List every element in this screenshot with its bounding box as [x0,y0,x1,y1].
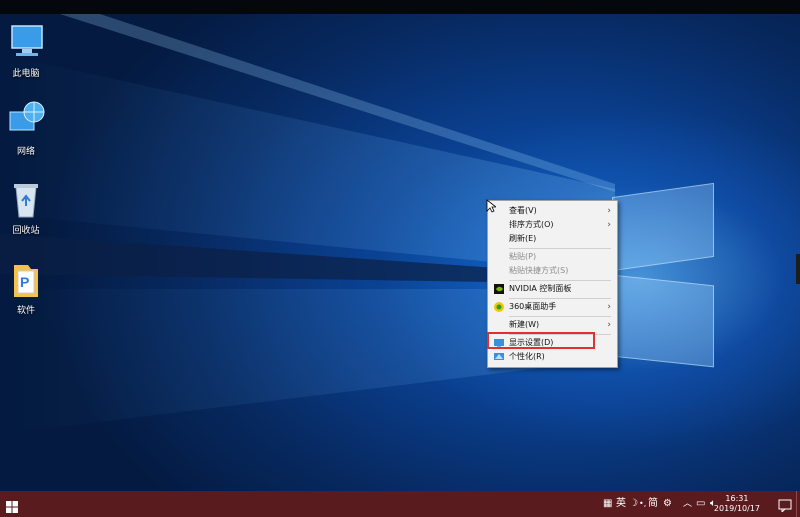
desktop-icon-label: 软件 [16,306,35,316]
chevron-right-icon: › [607,320,611,330]
desktop-icon-label: 此电脑 [12,69,40,79]
360-icon [494,302,504,312]
desktop-icon-recycle-bin[interactable]: 回收站 [0,179,56,236]
ime-keyboard-icon[interactable]: ▦ [603,491,612,517]
desktop[interactable]: 此电脑 网络 回收站 P 软件 [0,14,800,491]
chevron-up-icon[interactable]: ︿ [683,491,692,517]
network-tray-icon[interactable]: ▭ [696,491,705,517]
computer-icon [6,22,46,62]
chevron-right-icon: › [607,220,611,230]
folder-icon: P [6,259,46,299]
desktop-icon-this-pc[interactable]: 此电脑 [0,22,56,79]
notification-center-icon[interactable] [778,497,792,514]
menu-item-360-desktop-assistant[interactable]: 360桌面助手 › [488,300,617,314]
clock-date: 2019/10/17 [713,504,760,513]
highlight-box [487,332,595,349]
show-desktop-button[interactable] [796,491,800,517]
ime-punctuation-icon[interactable]: •, [639,491,646,517]
menu-separator [509,316,611,317]
desktop-icon-label: 网络 [16,147,35,157]
ime-moon-icon[interactable]: ☽ [629,491,638,517]
menu-item-new[interactable]: 新建(W) › [488,318,617,332]
network-icon [6,100,46,140]
chevron-right-icon: › [607,302,611,312]
menu-separator [509,280,611,281]
menu-item-nvidia-control-panel[interactable]: NVIDIA 控制面板 [488,282,617,296]
svg-text:P: P [20,274,29,290]
clock-time: 16:31 [725,494,749,503]
desktop-icon-software-folder[interactable]: P 软件 [0,259,56,316]
screen-top-border [0,0,800,14]
windows-logo-wallpaper [612,182,717,380]
menu-item-paste-shortcut: 粘贴快捷方式(S) [509,266,569,275]
chevron-right-icon: › [607,206,611,216]
menu-item-sort-by[interactable]: 排序方式(O) › [488,218,617,232]
ime-mode-indicator[interactable]: 简 [648,491,658,517]
nvidia-icon [494,284,504,294]
ime-language-indicator[interactable]: 英 [616,491,626,517]
windows-start-icon [6,501,18,513]
menu-item-paste: 粘贴(P) [509,252,537,261]
menu-item-personalize[interactable]: 个性化(R) [488,350,617,364]
personalize-icon [494,352,504,362]
recycle-bin-icon [6,179,46,219]
menu-item-view[interactable]: 查看(V) › [488,204,617,218]
taskbar: ▦ 英 ☽ •, 简 ⚙ ︿ ▭ 🔈︎ 16:31 2019/10/17 [0,491,800,517]
menu-separator [509,298,611,299]
desktop-icon-label: 回收站 [12,226,40,236]
menu-item-refresh[interactable]: 刷新(E) [488,232,617,246]
start-button[interactable] [6,498,18,513]
gear-icon[interactable]: ⚙ [663,491,672,517]
edge-tab [796,254,800,284]
desktop-icon-network[interactable]: 网络 [0,100,56,157]
taskbar-clock[interactable]: 16:31 2019/10/17 [714,494,760,514]
menu-separator [509,248,611,249]
mouse-cursor-icon [486,199,496,213]
